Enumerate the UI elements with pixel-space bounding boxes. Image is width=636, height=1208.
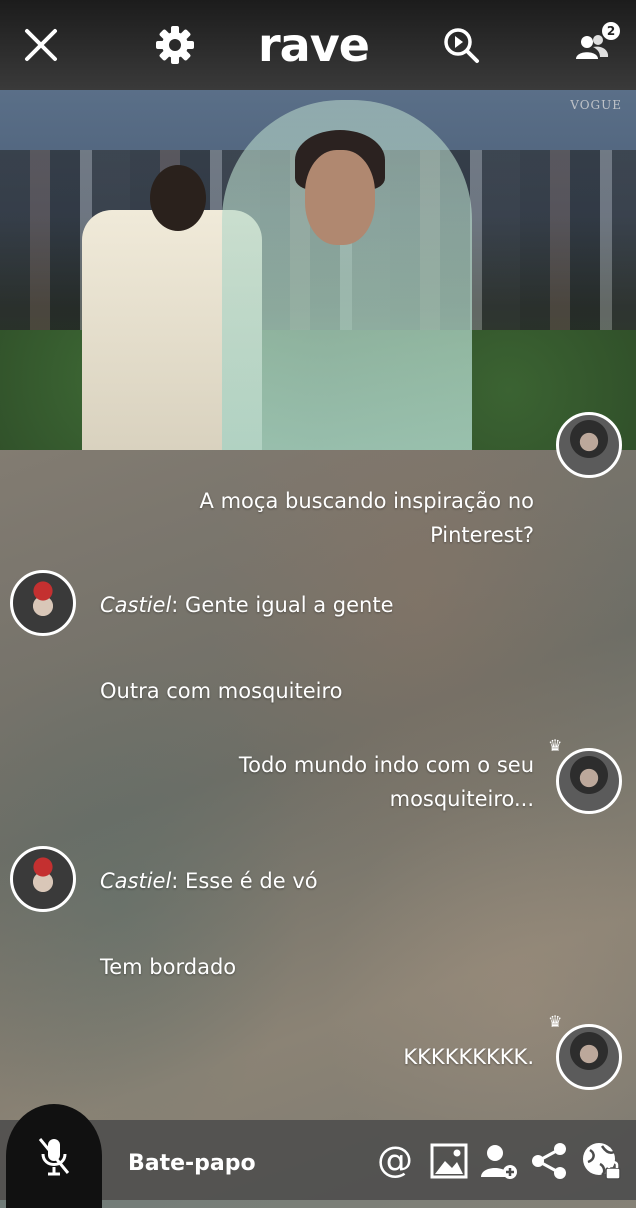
message-text: : Gente igual a gente bbox=[171, 593, 394, 617]
message-text: KKKKKKKKK. bbox=[403, 1045, 534, 1069]
video-player[interactable]: VOGUE bbox=[0, 90, 636, 450]
add-user-icon[interactable] bbox=[478, 1140, 520, 1182]
avatar-castiel[interactable] bbox=[10, 846, 76, 912]
message-text: Tem bordado bbox=[100, 955, 237, 979]
chat-message: Tem bordado bbox=[100, 950, 236, 984]
video-person-head bbox=[150, 165, 206, 231]
rave-logo: rave bbox=[258, 18, 370, 72]
video-person-face bbox=[305, 150, 375, 245]
chat-message: Outra com mosquiteiro bbox=[100, 674, 343, 708]
chat-message: Todo mundo indo com o seu mosquiteiro... bbox=[238, 753, 534, 811]
crown-icon: ♛ bbox=[548, 736, 563, 755]
message-author: Castiel bbox=[100, 869, 172, 893]
close-icon[interactable] bbox=[16, 20, 66, 70]
at-icon[interactable]: @ bbox=[374, 1140, 416, 1182]
message-text: : Esse é de vó bbox=[171, 869, 318, 893]
chat-feed[interactable]: A moça buscando inspiração no Pinterest?… bbox=[0, 412, 636, 1120]
vogue-watermark: VOGUE bbox=[570, 98, 622, 112]
chat-message: Castiel: Esse é de vó bbox=[100, 864, 318, 898]
chat-message: KKKKKKKKK. bbox=[403, 1040, 534, 1074]
message-author: Castiel bbox=[100, 593, 172, 617]
users-count-badge: 2 bbox=[602, 22, 620, 40]
message-text: Outra com mosquiteiro bbox=[100, 679, 343, 703]
mic-muted-icon[interactable] bbox=[6, 1104, 102, 1208]
top-bar: rave 2 bbox=[0, 0, 636, 90]
chat-message: A moça buscando inspiração no Pinterest? bbox=[199, 489, 534, 547]
avatar-castiel[interactable] bbox=[10, 570, 76, 636]
gear-icon[interactable] bbox=[150, 20, 200, 70]
chat-message: Castiel: Gente igual a gente bbox=[100, 588, 394, 622]
bottom-bar: Bate-papo @ bbox=[0, 1104, 636, 1208]
crown-icon: ♛ bbox=[548, 1012, 563, 1031]
search-play-icon[interactable] bbox=[436, 20, 486, 70]
globe-lock-icon[interactable] bbox=[580, 1140, 622, 1182]
chat-tab-label[interactable]: Bate-papo bbox=[128, 1151, 256, 1176]
avatar bbox=[556, 412, 622, 478]
image-icon[interactable] bbox=[428, 1140, 470, 1182]
avatar[interactable] bbox=[556, 748, 622, 814]
share-icon[interactable] bbox=[528, 1140, 570, 1182]
avatar[interactable] bbox=[556, 1024, 622, 1090]
users-icon[interactable]: 2 bbox=[568, 20, 620, 70]
